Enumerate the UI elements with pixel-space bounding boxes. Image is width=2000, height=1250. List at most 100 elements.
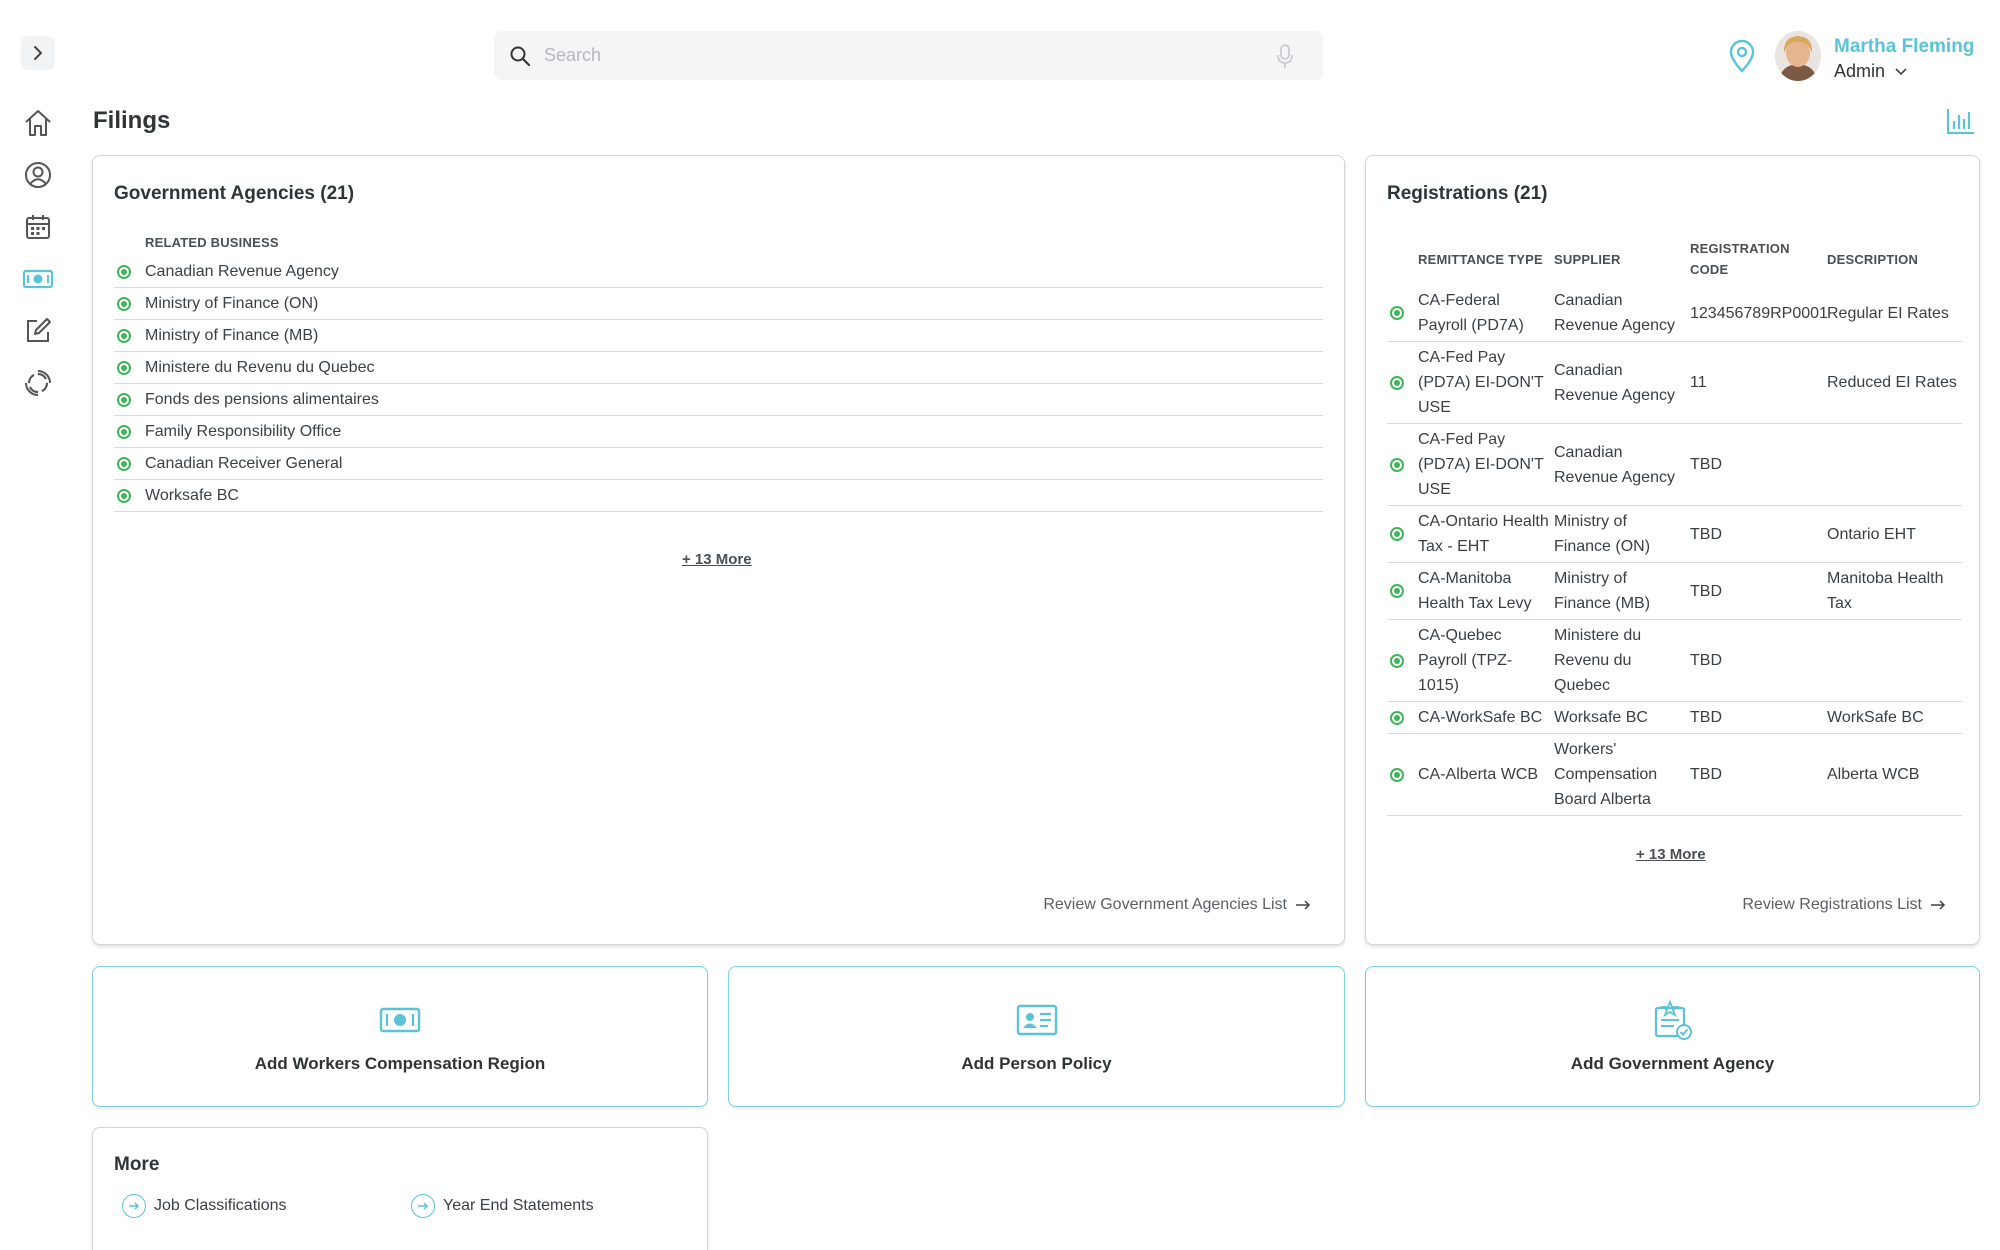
agency-name: Ministry of Finance (MB)	[145, 326, 319, 344]
table-row[interactable]: CA-Quebec Payroll (TPZ-1015) Ministere du…	[1387, 620, 1962, 702]
add-person-policy-button[interactable]: Add Person Policy	[728, 966, 1345, 1107]
sidebar-item-home[interactable]	[21, 106, 55, 140]
sidebar-item-payroll[interactable]	[21, 262, 55, 296]
registration-code-cell: 123456789RP0001	[1690, 304, 1827, 322]
agency-name: Worksafe BC	[145, 486, 239, 504]
table-row[interactable]: CA-Fed Pay (PD7A) EI-DON'T USE Canadian R…	[1387, 424, 1962, 506]
table-row[interactable]: CA-Federal Payroll (PD7A) Canadian Revenu…	[1387, 285, 1962, 342]
money-icon	[22, 269, 54, 289]
column-header-remittance-type: REMITTANCE TYPE	[1418, 251, 1543, 267]
agency-name: Fonds des pensions alimentaires	[145, 390, 379, 408]
review-registrations-label: Review Registrations List	[1742, 896, 1922, 913]
action-label: Add Workers Compensation Region	[254, 1054, 546, 1073]
government-agencies-card: Government Agencies (21) RELATED BUSINES…	[92, 155, 1345, 945]
registrations-more-link[interactable]: + 13 More	[1636, 846, 1706, 863]
status-dot-icon	[117, 424, 131, 439]
registration-code-cell: TBD	[1690, 582, 1722, 600]
sidebar-item-sync[interactable]	[21, 366, 55, 400]
status-dot-icon	[117, 488, 131, 503]
action-label: Add Person Policy	[961, 1054, 1112, 1073]
list-item[interactable]: Worksafe BC	[114, 480, 1323, 512]
government-agencies-more-link[interactable]: + 13 More	[682, 551, 752, 568]
microphone-icon[interactable]	[1265, 36, 1305, 76]
government-agencies-list: RELATED BUSINESS Canadian Revenue Agency…	[114, 230, 1323, 512]
more-title: More	[114, 1154, 160, 1175]
remittance-type-cell: CA-Ontario Health Tax - EHT	[1418, 513, 1549, 555]
supplier-cell: Workers' Compensation Board Alberta	[1554, 741, 1658, 808]
more-item-label: Year End Statements	[443, 1197, 594, 1214]
arrow-circle-icon	[122, 1194, 146, 1218]
review-registrations-link[interactable]: Review Registrations List	[1742, 896, 1946, 914]
chevron-right-icon	[34, 46, 42, 60]
user-role-dropdown[interactable]: Admin	[1834, 61, 1907, 82]
more-item-label: Job Classifications	[154, 1197, 287, 1214]
sync-icon	[25, 370, 51, 396]
status-dot-icon	[1390, 767, 1404, 782]
arrow-right-icon	[1296, 900, 1311, 910]
column-header-related-business: RELATED BUSINESS	[145, 235, 279, 250]
list-item[interactable]: Ministere du Revenu du Quebec	[114, 352, 1323, 384]
avatar[interactable]	[1775, 31, 1821, 81]
registrations-table: REMITTANCE TYPE SUPPLIER REGISTRATION CO…	[1387, 233, 1962, 816]
sidebar-item-edit[interactable]	[21, 314, 55, 348]
user-role-label: Admin	[1834, 61, 1886, 81]
supplier-cell: Ministry of Finance (ON)	[1554, 513, 1651, 555]
search-input[interactable]	[532, 31, 1265, 80]
remittance-type-cell: CA-Quebec Payroll (TPZ-1015)	[1418, 627, 1513, 694]
list-item[interactable]: Canadian Revenue Agency	[114, 256, 1323, 288]
add-government-agency-button[interactable]: Add Government Agency	[1365, 966, 1980, 1107]
arrow-right-icon	[1931, 900, 1946, 910]
status-dot-icon	[1390, 710, 1404, 725]
table-row[interactable]: CA-Manitoba Health Tax Levy Ministry of F…	[1387, 563, 1962, 620]
sidebar-item-profile[interactable]	[21, 158, 55, 192]
table-row[interactable]: CA-Alberta WCB Workers' Compensation Boar…	[1387, 734, 1962, 816]
remittance-type-cell: CA-Fed Pay (PD7A) EI-DON'T USE	[1418, 349, 1544, 416]
job-classifications-link[interactable]: Job Classifications	[122, 1194, 287, 1218]
status-dot-icon	[1390, 584, 1404, 598]
add-workers-compensation-region-button[interactable]: Add Workers Compensation Region	[92, 966, 708, 1107]
status-dot-icon	[117, 392, 131, 407]
supplier-cell: Canadian Revenue Agency	[1554, 443, 1675, 486]
sidebar-item-calendar[interactable]	[21, 210, 55, 244]
status-dot-icon	[117, 360, 131, 375]
more-card: More Job Classifications Year End Statem…	[92, 1127, 708, 1250]
table-row[interactable]: CA-Fed Pay (PD7A) EI-DON'T USE Canadian R…	[1387, 342, 1962, 424]
user-circle-icon	[25, 162, 51, 188]
review-government-agencies-link[interactable]: Review Government Agencies List	[1043, 896, 1311, 914]
supplier-cell: Canadian Revenue Agency	[1554, 292, 1675, 334]
arrow-circle-icon	[411, 1194, 435, 1218]
description-cell: Ontario EHT	[1827, 525, 1916, 543]
list-item[interactable]: Fonds des pensions alimentaires	[114, 384, 1323, 416]
list-item[interactable]: Canadian Receiver General	[114, 448, 1323, 480]
table-row[interactable]: CA-WorkSafe BC Worksafe BC TBD WorkSafe BC	[1387, 702, 1962, 734]
action-label: Add Government Agency	[1570, 1054, 1775, 1073]
status-dot-icon	[1390, 375, 1404, 390]
agency-name: Canadian Revenue Agency	[145, 262, 339, 280]
remittance-type-cell: CA-Federal Payroll (PD7A)	[1418, 292, 1524, 334]
home-icon	[25, 110, 51, 136]
sidebar-toggle-button[interactable]	[21, 36, 55, 70]
year-end-statements-link[interactable]: Year End Statements	[411, 1194, 594, 1218]
agency-name: Canadian Receiver General	[145, 454, 343, 472]
search-icon	[508, 44, 532, 68]
description-cell: Reduced EI Rates	[1827, 374, 1957, 391]
description-cell: Alberta WCB	[1827, 766, 1920, 783]
column-header-registration-code: REGISTRATION CODE	[1690, 241, 1790, 277]
id-card-icon	[1016, 1002, 1058, 1038]
user-name[interactable]: Martha Fleming	[1834, 36, 1974, 58]
list-item[interactable]: Ministry of Finance (ON)	[114, 288, 1323, 320]
bar-chart-icon[interactable]	[1946, 107, 1976, 135]
table-row[interactable]: CA-Ontario Health Tax - EHT Ministry of F…	[1387, 506, 1962, 563]
status-dot-icon	[1390, 527, 1404, 541]
supplier-cell: Canadian Revenue Agency	[1554, 361, 1675, 404]
review-government-agencies-label: Review Government Agencies List	[1043, 896, 1287, 913]
description-cell: Manitoba Health Tax	[1827, 570, 1944, 612]
location-icon[interactable]	[1726, 38, 1758, 74]
list-item[interactable]: Family Responsibility Office	[114, 416, 1323, 448]
registration-code-cell: 11	[1690, 374, 1707, 391]
agency-name: Ministere du Revenu du Quebec	[145, 358, 375, 376]
registration-code-cell: TBD	[1690, 652, 1722, 669]
certificate-icon	[1652, 1000, 1694, 1040]
list-item[interactable]: Ministry of Finance (MB)	[114, 320, 1323, 352]
status-dot-icon	[117, 456, 131, 471]
